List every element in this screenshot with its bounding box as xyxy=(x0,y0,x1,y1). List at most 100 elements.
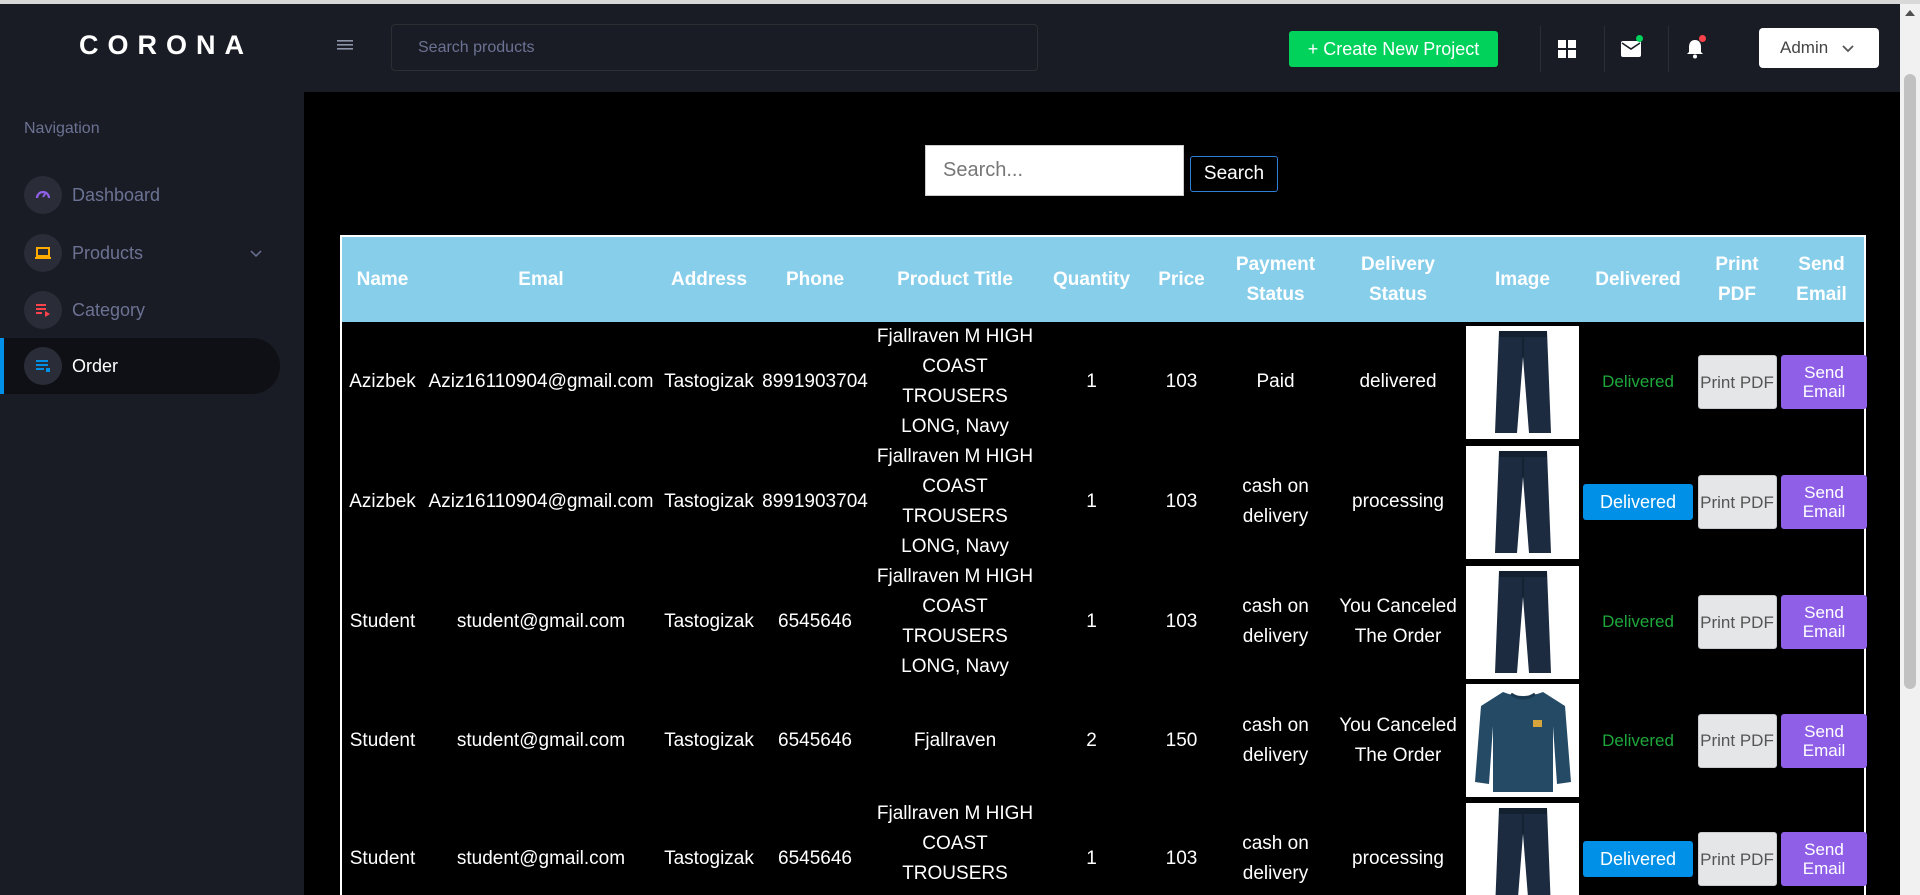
top-navbar: + Create New Project Admin xyxy=(304,4,1900,92)
menu-toggle-icon[interactable] xyxy=(337,38,353,57)
send-email-cell: Send Email xyxy=(1779,682,1867,799)
send-email-cell: Send Email xyxy=(1779,442,1867,562)
payment-status: Paid xyxy=(1256,371,1295,392)
bell-icon[interactable] xyxy=(1677,31,1713,67)
customer-name: Azizbek xyxy=(349,491,416,512)
order-search-button[interactable]: Search xyxy=(1190,156,1278,192)
print-pdf-button[interactable]: Print PDF xyxy=(1697,832,1777,886)
column-header: Delivery Status xyxy=(1332,236,1464,322)
delivery-status: processing xyxy=(1352,491,1444,512)
send-email-button[interactable]: Send Email xyxy=(1781,713,1867,768)
print-pdf-button[interactable]: Print PDF xyxy=(1697,595,1777,649)
orders-table: Name Emal Address Phone Product Title Qu… xyxy=(340,235,1867,895)
column-header: Emal xyxy=(423,236,659,322)
admin-label: Admin xyxy=(1780,38,1829,57)
delivery-status: delivered xyxy=(1359,371,1437,392)
product-image-cell xyxy=(1464,799,1581,895)
divider xyxy=(1604,26,1605,72)
order-search-input[interactable] xyxy=(925,145,1184,196)
scrollbar[interactable] xyxy=(1900,4,1920,895)
payment-status: cash on delivery xyxy=(1242,476,1309,527)
column-header: Image xyxy=(1464,236,1581,322)
product-image-cell xyxy=(1464,562,1581,682)
delivered-cell: Delivered xyxy=(1581,682,1695,799)
admin-dropdown[interactable]: Admin xyxy=(1759,28,1879,68)
customer-email: student@gmail.com xyxy=(456,611,626,632)
mark-delivered-button[interactable]: Delivered xyxy=(1583,484,1693,520)
quantity: 1 xyxy=(1086,611,1097,632)
mail-notification-dot xyxy=(1636,35,1643,42)
send-email-cell: Send Email xyxy=(1779,799,1867,895)
sidebar: CORONA Navigation Dashboard Products Cat… xyxy=(0,4,304,895)
product-image-cell xyxy=(1464,682,1581,799)
print-pdf-cell: Print PDF xyxy=(1695,799,1779,895)
customer-phone: 8991903704 xyxy=(762,491,868,512)
payment-status: cash on delivery xyxy=(1242,596,1309,647)
customer-address: Tastogizak xyxy=(664,371,754,392)
quantity: 1 xyxy=(1086,491,1097,512)
product-image xyxy=(1466,565,1579,679)
trousers-image xyxy=(1494,451,1551,553)
customer-address: Tastogizak xyxy=(664,491,754,512)
price: 103 xyxy=(1165,491,1198,512)
mail-icon[interactable] xyxy=(1613,31,1649,67)
customer-phone: 6545646 xyxy=(778,848,852,869)
product-title: Fjallraven M HIGH COAST TROUSERS LONG, N… xyxy=(876,803,1034,895)
nav-heading: Navigation xyxy=(24,120,100,137)
column-header: Print PDF xyxy=(1695,236,1779,322)
chevron-down-icon xyxy=(1842,38,1854,58)
product-image xyxy=(1466,445,1579,559)
customer-phone: 8991903704 xyxy=(762,371,868,392)
mark-delivered-button[interactable]: Delivered xyxy=(1583,841,1693,877)
customer-phone: 6545646 xyxy=(778,611,852,632)
table-row: Student student@gmail.com Tastogizak 654564… xyxy=(341,799,1867,895)
print-pdf-button[interactable]: Print PDF xyxy=(1697,475,1777,529)
column-header: Send Email xyxy=(1779,236,1865,322)
column-header: Product Title xyxy=(871,236,1039,322)
column-header: Name xyxy=(341,236,423,322)
sidebar-item-label: Dashboard xyxy=(72,184,161,205)
payment-status: cash on delivery xyxy=(1242,833,1309,884)
send-email-button[interactable]: Send Email xyxy=(1781,832,1867,886)
print-pdf-button[interactable]: Print PDF xyxy=(1697,355,1777,409)
sidebar-item-category[interactable]: Category xyxy=(0,282,280,338)
delivered-cell: Delivered xyxy=(1581,562,1695,682)
brand-logo[interactable]: CORONA xyxy=(0,30,332,61)
send-email-button[interactable]: Send Email xyxy=(1781,475,1867,529)
speedometer-icon xyxy=(24,176,62,214)
scroll-thumb[interactable] xyxy=(1904,74,1916,689)
window-top-edge xyxy=(0,0,1920,4)
column-header: Delivered xyxy=(1581,236,1695,322)
bell-notification-dot xyxy=(1699,35,1706,42)
table-row: Student student@gmail.com Tastogizak 654564… xyxy=(341,682,1867,799)
column-header: Payment Status xyxy=(1219,236,1332,322)
column-header: Quantity xyxy=(1039,236,1144,322)
sidebar-item-products[interactable]: Products xyxy=(0,225,280,281)
price: 103 xyxy=(1165,848,1198,869)
delivered-status-text: Delivered xyxy=(1602,612,1674,631)
print-pdf-button[interactable]: Print PDF xyxy=(1697,713,1777,768)
scroll-up-arrow-icon[interactable] xyxy=(1905,10,1915,16)
product-image xyxy=(1466,325,1579,439)
send-email-button[interactable]: Send Email xyxy=(1781,595,1867,649)
sidebar-item-dashboard[interactable]: Dashboard xyxy=(0,167,280,223)
product-image xyxy=(1466,684,1579,797)
quantity: 2 xyxy=(1086,729,1097,751)
send-email-button[interactable]: Send Email xyxy=(1781,355,1867,409)
sidebar-item-order[interactable]: Order xyxy=(0,338,280,394)
grid-icon[interactable] xyxy=(1549,31,1585,67)
customer-name: Student xyxy=(349,729,416,751)
product-search-input[interactable] xyxy=(391,24,1038,71)
product-title: Fjallraven M HIGH COAST TROUSERS LONG, N… xyxy=(876,326,1034,437)
delivered-cell: Delivered xyxy=(1581,799,1695,895)
table-row: Azizbek Aziz16110904@gmail.com Tastogizak 8… xyxy=(341,442,1867,562)
chevron-down-icon xyxy=(250,245,262,263)
customer-address: Tastogizak xyxy=(664,611,754,632)
sidebar-item-label: Products xyxy=(72,242,144,263)
customer-email: Aziz16110904@gmail.com xyxy=(428,491,654,512)
product-title: Fjallraven M HIGH COAST TROUSERS LONG, N… xyxy=(876,446,1034,557)
print-pdf-cell: Print PDF xyxy=(1695,322,1779,442)
customer-email: student@gmail.com xyxy=(456,729,626,751)
delivered-status-text: Delivered xyxy=(1602,730,1674,750)
create-project-button[interactable]: + Create New Project xyxy=(1289,31,1498,67)
